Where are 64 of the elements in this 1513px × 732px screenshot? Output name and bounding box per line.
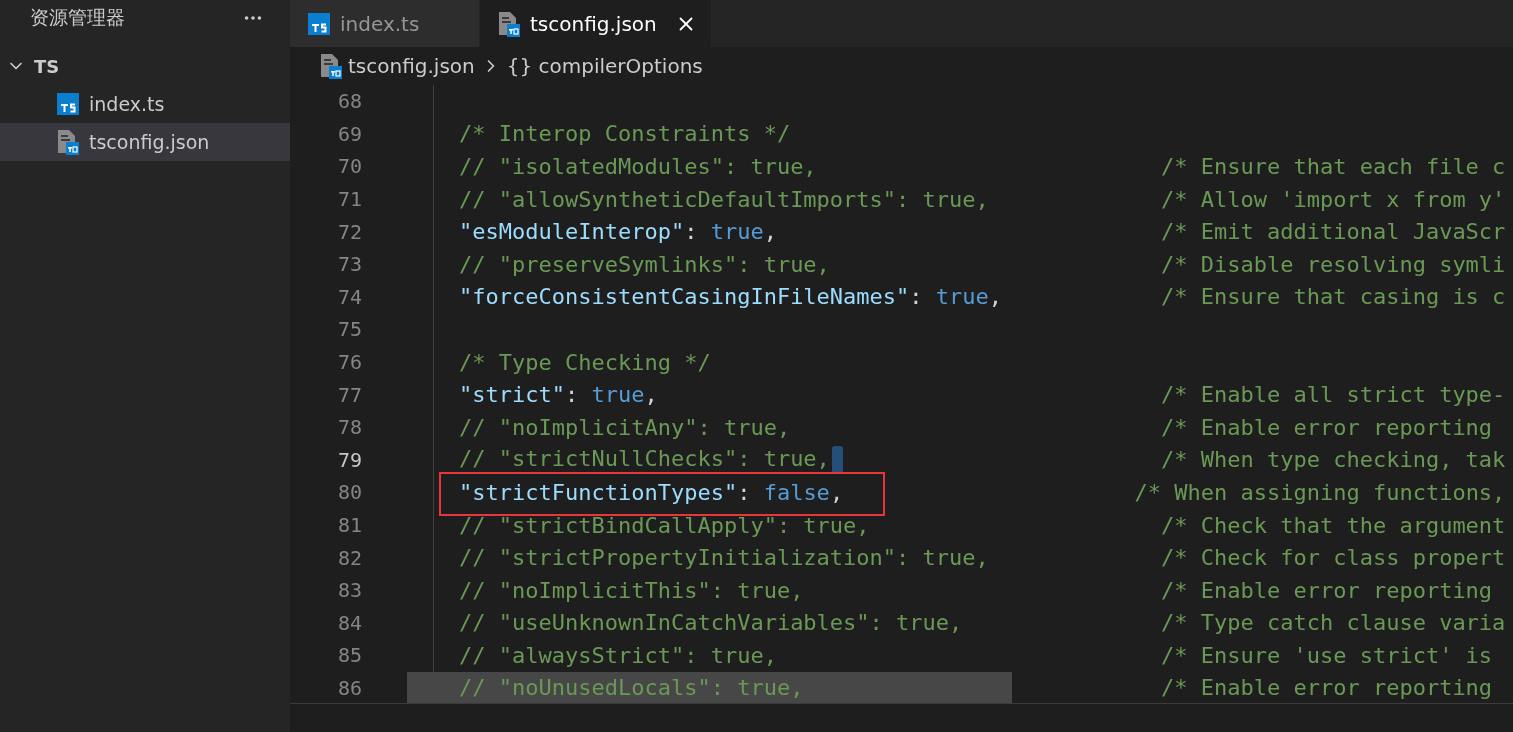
code-comment: /* When type checking, tak	[1161, 447, 1506, 473]
line-number: 85	[336, 643, 362, 668]
line-number: 68	[336, 89, 362, 114]
line-number: 83	[336, 578, 362, 603]
code-comment: /* Enable error reporting	[1161, 675, 1493, 701]
code-text: // "preserveSymlinks": true,	[459, 251, 830, 277]
code-comment: /* When assigning functions,	[1134, 479, 1506, 505]
file-item[interactable]: tsconfig.json	[0, 123, 290, 161]
code-text: /* Type Checking */	[459, 349, 711, 375]
line-number: 69	[336, 121, 362, 146]
code-text: "strictFunctionTypes": false,	[459, 479, 844, 505]
typescript-file-icon	[57, 93, 79, 115]
code-text: // "useUnknownInCatchVariables": true,	[459, 610, 963, 636]
code-text: // "strictNullChecks": true,	[459, 445, 830, 471]
line-number: 81	[336, 513, 362, 537]
code-comment: /* Type catch clause varia	[1161, 610, 1506, 636]
line-number: 84	[336, 610, 362, 635]
code-text: // "alwaysStrict": true,	[459, 642, 777, 668]
code-comment: /* Ensure that casing is c	[1161, 284, 1506, 310]
code-comment: /* Enable error reporting	[1161, 577, 1493, 603]
line-number: 76	[336, 350, 362, 375]
line-number: 73	[336, 252, 362, 277]
code-text: "strict": true,	[459, 382, 658, 408]
config-file-icon	[320, 53, 342, 79]
code-text: "esModuleInterop": true,	[459, 219, 777, 245]
folder-item[interactable]: TS	[0, 47, 290, 85]
code-comment: /* Emit additional JavaScr	[1161, 219, 1506, 245]
editor-tab[interactable]: index.ts	[290, 0, 480, 47]
line-number: 77	[336, 382, 362, 407]
config-file-icon	[498, 10, 520, 37]
breadcrumb-item[interactable]: {} compilerOptions	[506, 54, 703, 78]
code-comment: /* Enable error reporting	[1161, 414, 1493, 440]
code-comment: /* Check for class propert	[1161, 545, 1506, 571]
code-text: // "strictBindCallApply": true,	[459, 512, 870, 538]
line-number: 75	[336, 317, 362, 342]
code-text: // "noImplicitAny": true,	[459, 414, 791, 440]
line-number: 70	[336, 154, 362, 179]
code-comment: /* Ensure that each file c	[1161, 154, 1506, 179]
code-text: // "noImplicitThis": true,	[459, 577, 804, 603]
code-text: // "noUnusedLocals": true,	[459, 675, 804, 701]
line-number: 82	[336, 545, 362, 570]
line-number: 78	[336, 415, 362, 440]
line-number: 72	[336, 219, 362, 244]
typescript-file-icon	[308, 12, 330, 35]
breadcrumb-item[interactable]: tsconfig.json	[348, 54, 475, 78]
line-number: 74	[336, 284, 362, 309]
line-number: 71	[336, 187, 362, 212]
file-item[interactable]: index.ts	[0, 85, 290, 123]
code-text: "forceConsistentCasingInFileNames": true,	[459, 284, 1003, 310]
line-number: 80	[336, 480, 362, 505]
config-file-icon	[57, 129, 79, 155]
code-text: // "allowSyntheticDefaultImports": true,	[459, 186, 989, 212]
code-text: // "strictPropertyInitialization": true,	[459, 545, 989, 571]
editor-tab[interactable]: tsconfig.json	[480, 0, 712, 47]
code-comment: /* Check that the argument	[1161, 512, 1506, 538]
code-comment: /* Ensure 'use strict' is	[1161, 642, 1493, 668]
code-text: // "isolatedModules": true,	[459, 154, 817, 179]
sidebar-title: 资源管理器	[30, 4, 125, 30]
code-comment: /* Enable all strict type-	[1161, 382, 1506, 408]
line-number: 86	[336, 676, 362, 700]
code-comment: /* Allow 'import x from y'	[1161, 186, 1506, 212]
line-number: 79	[336, 447, 362, 472]
code-text: /* Interop Constraints */	[459, 121, 791, 147]
code-comment: /* Disable resolving symli	[1161, 251, 1506, 277]
